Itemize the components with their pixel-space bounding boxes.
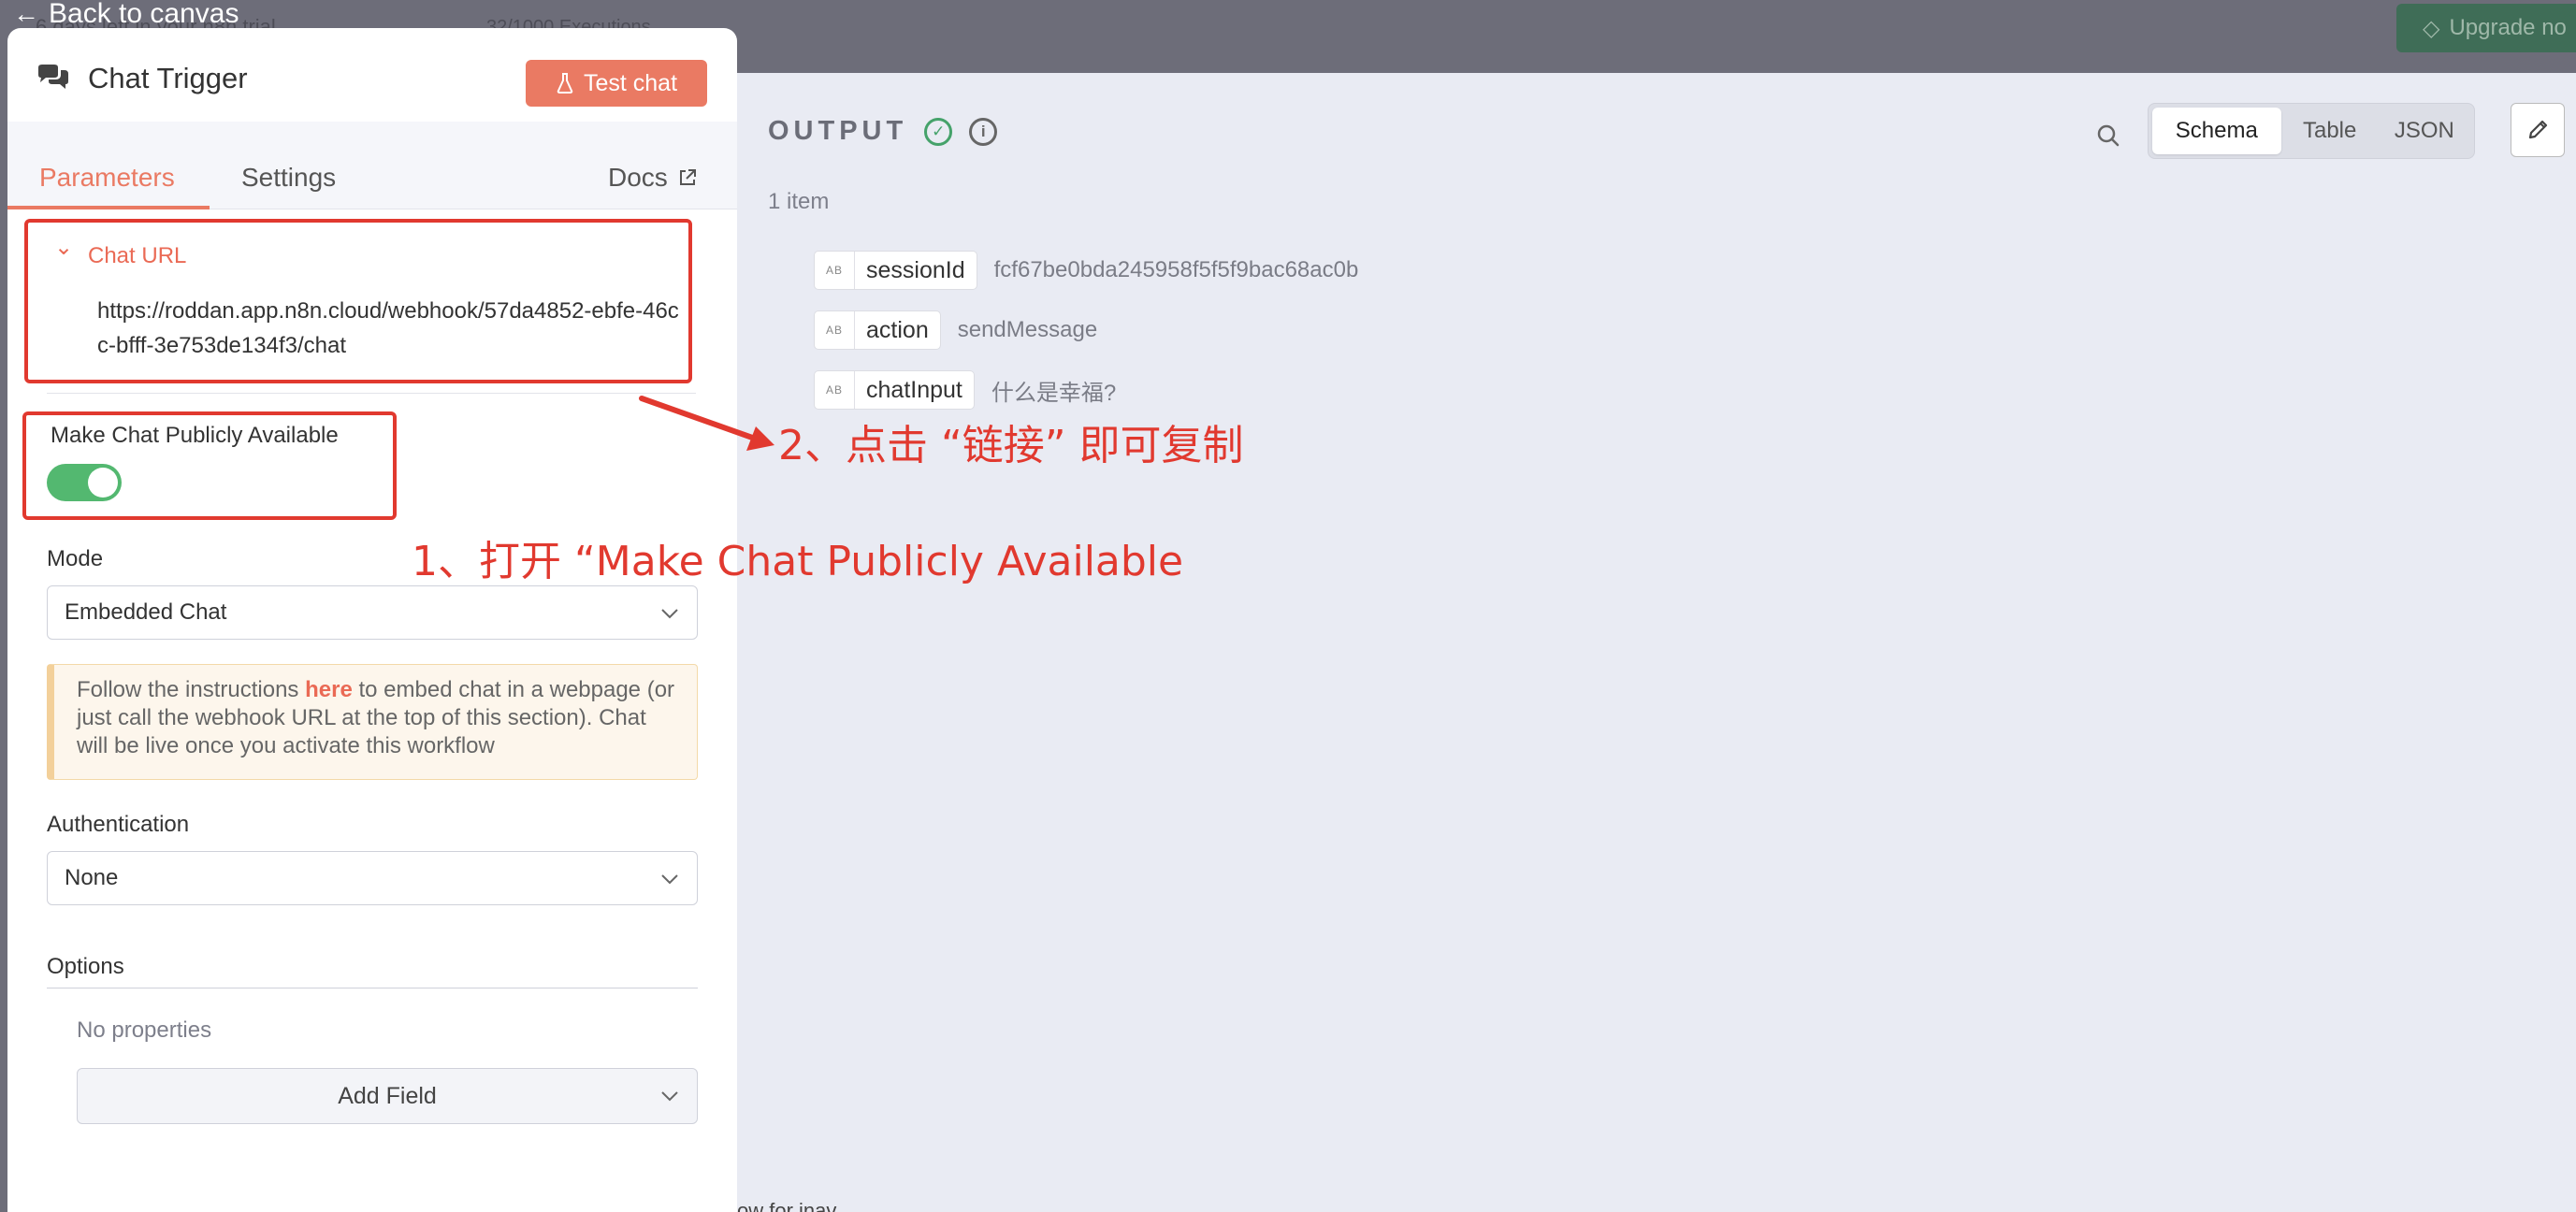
embed-notice: Follow the instructions here to embed ch…	[47, 664, 698, 780]
schema-row: AB sessionId fcf67be0bda245958f5f5f9bac6…	[814, 251, 1358, 290]
chat-url-section[interactable]: ⌄ Chat URL https://roddan.app.n8n.cloud/…	[24, 219, 692, 383]
schema-value: fcf67be0bda245958f5f5f9bac68ac0b	[993, 257, 1359, 282]
divider	[47, 393, 696, 394]
toggle-knob	[88, 468, 118, 498]
notice-text-pre: Follow the instructions	[77, 677, 306, 702]
upgrade-label: Upgrade no	[2449, 15, 2567, 40]
canvas-bottom-text: ow for inav	[737, 1199, 837, 1212]
chevron-down-icon[interactable]: ⌄	[54, 234, 73, 261]
tab-parameters[interactable]: Parameters	[39, 163, 175, 193]
instructions-link[interactable]: here	[305, 677, 353, 702]
auth-select[interactable]: None	[47, 851, 698, 905]
chevron-down-icon	[661, 1091, 678, 1102]
string-type-icon: AB	[815, 311, 856, 349]
schema-row: AB action sendMessage	[814, 310, 1097, 350]
upgrade-button[interactable]: ◇ Upgrade no	[2396, 4, 2576, 52]
schema-value: sendMessage	[957, 317, 1098, 342]
public-toggle[interactable]	[47, 464, 122, 501]
tab-settings[interactable]: Settings	[241, 163, 336, 193]
edit-output-button[interactable]	[2511, 103, 2565, 157]
info-icon[interactable]: i	[969, 117, 998, 146]
search-icon[interactable]	[2091, 118, 2128, 155]
chevron-down-icon	[661, 609, 678, 619]
schema-key-pill[interactable]: AB action	[814, 310, 941, 350]
back-to-canvas-label: Back to canvas	[49, 0, 239, 29]
annotation-step-2: 2、点击 “链接” 即可复制	[778, 422, 1244, 469]
view-schema[interactable]: Schema	[2152, 108, 2281, 154]
auth-label: Authentication	[47, 812, 190, 837]
schema-key: action	[866, 316, 929, 343]
mode-select[interactable]: Embedded Chat	[47, 585, 698, 640]
add-field-label: Add Field	[338, 1082, 437, 1109]
view-json[interactable]: JSON	[2379, 108, 2470, 154]
chat-bubbles-icon	[38, 65, 68, 89]
node-title: Chat Trigger	[88, 62, 248, 94]
pencil-icon	[2528, 120, 2548, 139]
schema-row: AB chatInput 什么是幸福?	[814, 370, 1116, 410]
schema-key: chatInput	[866, 376, 962, 403]
chevron-down-icon	[661, 874, 678, 885]
flask-icon	[557, 73, 573, 94]
schema-key-pill[interactable]: AB chatInput	[814, 370, 975, 410]
mode-value: Embedded Chat	[65, 599, 227, 625]
schema-value: 什么是幸福?	[991, 380, 1117, 406]
view-table[interactable]: Table	[2281, 108, 2379, 154]
canvas-edge	[0, 0, 7, 1212]
output-header: OUTPUT ✓ i	[768, 116, 998, 147]
options-label: Options	[47, 954, 124, 979]
annotation-arrow	[639, 396, 774, 451]
panel-header: Chat Trigger	[36, 62, 248, 95]
chat-url-link[interactable]: https://roddan.app.n8n.cloud/webhook/57d…	[97, 294, 687, 363]
schema-key: sessionId	[866, 256, 965, 283]
view-toggle: Schema Table JSON	[2148, 103, 2475, 159]
test-chat-label: Test chat	[583, 69, 678, 96]
schema-key-pill[interactable]: AB sessionId	[814, 251, 977, 290]
annotation-step-1: 1、打开 “Make Chat Publicly Available	[412, 538, 1184, 585]
gem-icon: ◇	[2423, 15, 2440, 41]
chat-url-label: Chat URL	[88, 243, 187, 268]
public-toggle-label: Make Chat Publicly Available	[51, 423, 339, 448]
item-count: 1 item	[768, 189, 830, 214]
back-to-canvas-link[interactable]: ← Back to canvas	[13, 0, 239, 30]
docs-label: Docs	[608, 163, 668, 192]
auth-value: None	[65, 865, 119, 890]
success-check-icon: ✓	[924, 117, 953, 146]
add-field-button[interactable]: Add Field	[77, 1068, 698, 1124]
active-tab-indicator	[7, 206, 210, 209]
panel-tabs: Parameters Settings Docs	[7, 122, 737, 209]
output-panel: OUTPUT ✓ i 1 item Schema Table JSON AB s…	[737, 73, 2576, 1212]
test-chat-button[interactable]: Test chat	[526, 60, 707, 107]
no-properties-text: No properties	[77, 1017, 212, 1043]
node-settings-panel: Chat Trigger Test chat Parameters Settin…	[7, 28, 737, 1212]
string-type-icon: AB	[815, 371, 856, 409]
mode-label: Mode	[47, 546, 104, 571]
output-title: OUTPUT	[768, 116, 908, 146]
arrow-left-icon: ←	[13, 0, 39, 28]
external-link-icon	[679, 169, 696, 185]
string-type-icon: AB	[815, 252, 856, 289]
docs-link[interactable]: Docs	[608, 163, 698, 193]
